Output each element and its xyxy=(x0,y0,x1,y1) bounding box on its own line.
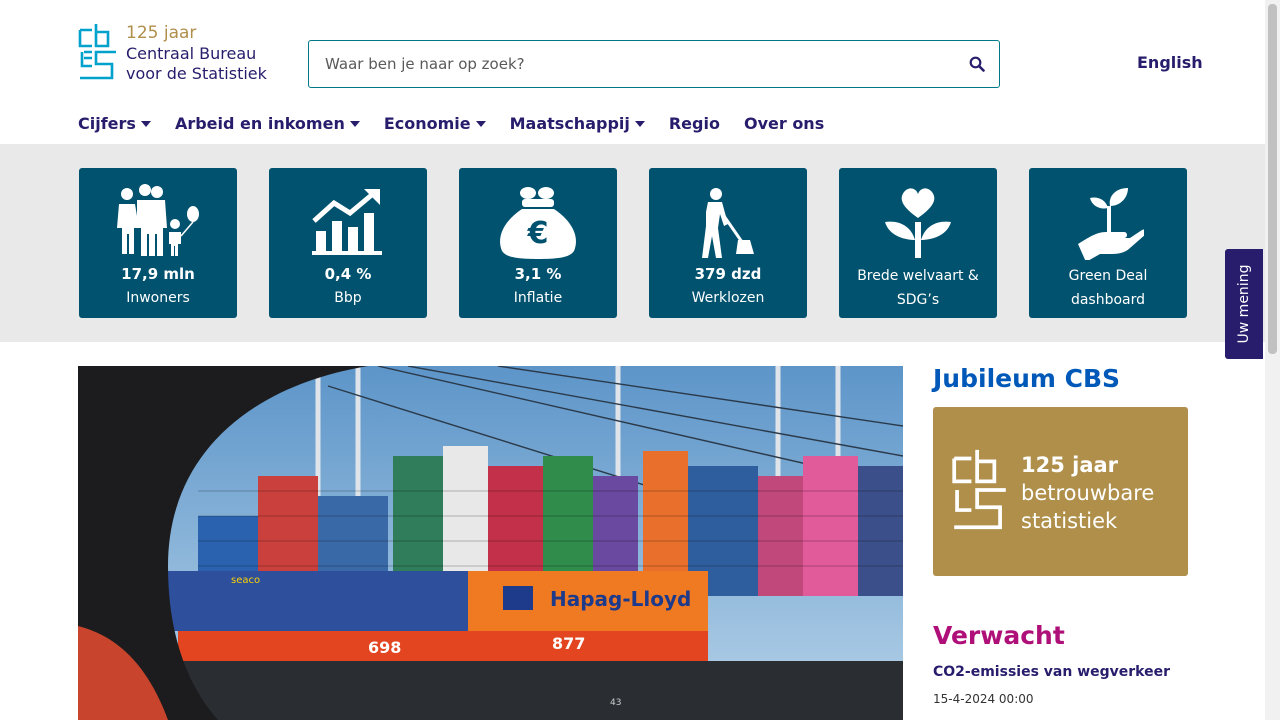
svg-text:€: € xyxy=(527,216,549,251)
logo-line-2: voor de Statistiek xyxy=(126,64,267,83)
verwacht-item-date: 15-4-2024 00:00 xyxy=(933,692,1034,706)
jubileum-line-3: statistiek xyxy=(1021,509,1118,533)
main-nav: Cijfers Arbeid en inkomen Economie Maats… xyxy=(78,112,848,134)
nav-item-over-ons[interactable]: Over ons xyxy=(744,114,824,133)
logo-jaar: 125 jaar xyxy=(126,23,197,43)
search-input[interactable] xyxy=(309,41,955,87)
search-button[interactable] xyxy=(955,41,999,87)
tile-value: 3,1 % xyxy=(514,265,562,283)
tile-label: Green Deal dashboard xyxy=(1068,268,1148,308)
family-icon xyxy=(117,184,199,256)
caret-down-icon xyxy=(475,121,486,127)
scrollbar-thumb[interactable] xyxy=(1268,4,1277,354)
caret-down-icon xyxy=(349,121,360,127)
nav-item-label: Economie xyxy=(383,113,471,133)
cbs-logo-icon xyxy=(78,24,116,80)
jubileum-title[interactable]: Jubileum CBS xyxy=(933,364,1120,393)
hero-image[interactable]: seaco Hapag-Lloyd 698 877 43 xyxy=(78,366,903,720)
nav-item-label: Over ons xyxy=(743,113,825,133)
tile-inflatie[interactable]: € 3,1 % Inflatie xyxy=(459,168,617,318)
feedback-tab-label: Uw mening xyxy=(1236,264,1252,344)
cbs-logo-icon xyxy=(952,449,1006,530)
key-figures-band: 17,9 mln Inwoners 0,4 % Bbp € 3,1 % Infl… xyxy=(0,144,1265,342)
tile-werklozen[interactable]: 379 dzd Werklozen xyxy=(649,168,807,318)
tile-value: 379 dzd xyxy=(694,265,762,283)
page-scrollbar[interactable] xyxy=(1265,0,1280,720)
tile-inwoners[interactable]: 17,9 mln Inwoners xyxy=(79,168,237,318)
container-terminal-photo: seaco Hapag-Lloyd 698 877 43 xyxy=(78,366,903,720)
jubileum-card[interactable]: 125 jaar betrouwbare statistiek xyxy=(933,407,1188,576)
nav-item-economie[interactable]: Economie xyxy=(384,114,486,133)
tile-green-deal[interactable]: Green Deal dashboard xyxy=(1029,168,1187,318)
nav-item-regio[interactable]: Regio xyxy=(669,114,720,133)
logo-line-1: Centraal Bureau xyxy=(126,44,257,63)
verwacht-title: Verwacht xyxy=(933,621,1065,650)
nav-item-label: Arbeid en inkomen xyxy=(174,113,345,133)
nav-item-maatschappij[interactable]: Maatschappij xyxy=(510,114,645,133)
container-number-2: 877 xyxy=(552,634,585,653)
caret-down-icon xyxy=(140,121,151,127)
feedback-tab[interactable]: Uw mening xyxy=(1225,249,1263,359)
caret-down-icon xyxy=(634,121,645,127)
worker-shovel-icon xyxy=(702,188,754,258)
jubileum-line-1: 125 jaar xyxy=(1021,453,1119,477)
language-link-english[interactable]: English xyxy=(1137,53,1203,72)
tile-label: Inflatie xyxy=(513,290,563,306)
tile-label: Werklozen xyxy=(691,290,765,306)
seaco-text: seaco xyxy=(231,575,260,586)
hapag-lloyd-text: Hapag-Lloyd xyxy=(550,587,691,611)
nav-item-label: Regio xyxy=(668,113,720,133)
tile-bbp[interactable]: 0,4 % Bbp xyxy=(269,168,427,318)
tile-value: 0,4 % xyxy=(324,265,372,283)
euro-bag-icon: € xyxy=(500,187,576,259)
search-icon xyxy=(969,56,985,72)
verwacht-item-link[interactable]: CO2-emissies van wegverkeer xyxy=(933,664,1170,680)
search-box xyxy=(308,40,1000,88)
hand-sprout-icon xyxy=(1078,188,1144,260)
nav-item-arbeid-en-inkomen[interactable]: Arbeid en inkomen xyxy=(175,114,360,133)
growth-chart-icon xyxy=(312,189,382,255)
tile-label: Inwoners xyxy=(126,290,190,306)
tile-value: 17,9 mln xyxy=(121,265,195,283)
tile-brede-welvaart[interactable]: Brede welvaart & SDG’s xyxy=(839,168,997,318)
cbs-logo[interactable]: 125 jaar Centraal Bureau voor de Statist… xyxy=(78,22,267,84)
nav-item-cijfers[interactable]: Cijfers xyxy=(78,114,151,133)
nav-item-label: Maatschappij xyxy=(509,113,630,133)
ground-marker: 43 xyxy=(610,698,621,708)
heart-plant-icon xyxy=(885,188,951,258)
tile-label: Brede welvaart & SDG’s xyxy=(857,268,979,308)
tile-label: Bbp xyxy=(334,290,362,306)
jubileum-line-2: betrouwbare xyxy=(1021,481,1155,505)
container-number-1: 698 xyxy=(368,638,401,657)
nav-item-label: Cijfers xyxy=(78,113,136,133)
